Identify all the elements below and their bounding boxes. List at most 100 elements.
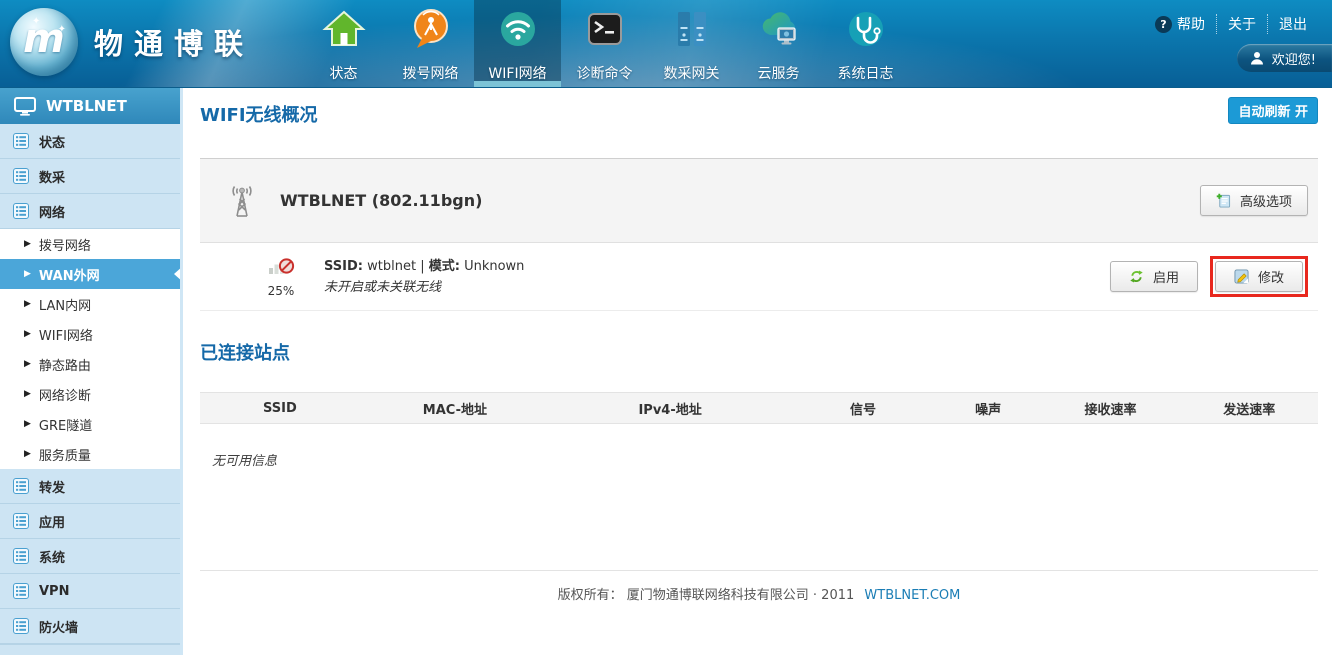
enable-button[interactable]: 启用: [1110, 261, 1198, 292]
col-mac: MAC-地址: [360, 393, 550, 424]
sidebar-item-label: 网络诊断: [39, 385, 91, 404]
advanced-options-button[interactable]: 高级选项: [1200, 185, 1308, 216]
about-link[interactable]: 关于: [1216, 14, 1267, 34]
sidebar-item-label: 状态: [39, 132, 65, 151]
sidebar-item-dial-network[interactable]: ▶ 拨号网络: [0, 229, 180, 259]
page-title: WIFI无线概况: [200, 101, 318, 127]
router-admin-screen: m ✦ ✦ 物通博联 状态 拨号网络: [0, 0, 1332, 655]
modify-button[interactable]: 修改: [1215, 261, 1303, 292]
sidebar-item-label: 网络: [39, 202, 65, 221]
help-link[interactable]: ? 帮助: [1144, 14, 1216, 34]
refresh-icon: [1129, 269, 1144, 284]
sidebar: WTBLNET 状态 数采 网络 ▶ 拨号网络 ▶ WAN外网 ▶ LAN内网: [0, 88, 183, 655]
triangle-icon: ▶: [24, 299, 31, 309]
page-header: WIFI无线概况 自动刷新 开: [200, 88, 1318, 158]
nav-tab-dial-network[interactable]: 拨号网络: [387, 0, 474, 88]
sidebar-item-label: 系统: [39, 547, 65, 566]
col-signal: 信号: [790, 393, 935, 424]
sidebar-device-header: WTBLNET: [0, 88, 183, 124]
sidebar-item-static-route[interactable]: ▶ 静态路由: [0, 349, 180, 379]
question-icon: ?: [1155, 16, 1172, 33]
sidebar-item-lan[interactable]: ▶ LAN内网: [0, 289, 180, 319]
sidebar-item-qos[interactable]: ▶ 服务质量: [0, 439, 180, 469]
utility-links: ? 帮助 关于 退出: [1144, 14, 1318, 34]
help-label: 帮助: [1177, 14, 1205, 34]
sidebar-item-label: VPN: [39, 584, 69, 599]
wtblnet-link[interactable]: WTBLNET.COM: [864, 588, 960, 603]
home-icon: [322, 7, 366, 51]
ssid-info: SSID: wtblnet | 模式: Unknown 未开启或未关联无线: [324, 256, 524, 298]
sidebar-item-wifi[interactable]: ▶ WIFI网络: [0, 319, 180, 349]
sidebar-item-network[interactable]: 网络: [0, 194, 183, 229]
ssid-line: SSID: wtblnet | 模式: Unknown: [324, 256, 524, 277]
sidebar-item-data-collect[interactable]: 数采: [0, 159, 183, 194]
antenna-icon: [224, 183, 260, 219]
wifi-ssid-row: 25% SSID: wtblnet | 模式: Unknown 未开启或未关联无…: [200, 243, 1318, 311]
enable-label: 启用: [1153, 267, 1179, 286]
list-icon: [13, 478, 29, 494]
sidebar-item-vpn[interactable]: VPN: [0, 574, 183, 609]
separator: |: [420, 259, 424, 274]
sidebar-item-application[interactable]: 应用: [0, 504, 183, 539]
list-icon: [13, 133, 29, 149]
nav-label: 状态: [300, 63, 387, 83]
advanced-options-label: 高级选项: [1240, 191, 1292, 210]
selected-notch-icon: [174, 266, 183, 282]
triangle-icon: ▶: [24, 269, 31, 279]
empty-table-message: 无可用信息: [212, 450, 1318, 469]
edit-icon: [1234, 269, 1249, 284]
nav-label: 系统日志: [822, 63, 909, 83]
nav-tab-system-log[interactable]: 系统日志: [822, 0, 909, 88]
nav-tab-cloud-service[interactable]: 云服务: [735, 0, 822, 88]
wifi-action-buttons: 启用 修改: [1110, 256, 1308, 297]
sidebar-item-wan[interactable]: ▶ WAN外网: [0, 259, 183, 289]
nav-label: WIFI网络: [474, 63, 561, 83]
ssid-label: SSID:: [324, 259, 363, 274]
auto-refresh-toggle[interactable]: 自动刷新 开: [1228, 97, 1318, 124]
connected-stations-title: 已连接站点: [200, 339, 1318, 365]
col-tx-rate: 发送速率: [1180, 393, 1318, 424]
list-icon: [13, 168, 29, 184]
globe-logo-icon: m ✦ ✦: [10, 8, 78, 76]
list-icon: [13, 203, 29, 219]
stations-table: SSID MAC-地址 IPv4-地址 信号 噪声 接收速率 发送速率: [200, 392, 1318, 424]
nav-label: 拨号网络: [387, 63, 474, 83]
dial-network-icon: [409, 7, 453, 51]
sidebar-item-system[interactable]: 系统: [0, 539, 183, 574]
page-plus-icon: [1216, 193, 1231, 208]
list-icon: [13, 548, 29, 564]
col-ipv4: IPv4-地址: [550, 393, 790, 424]
nav-label: 诊断命令: [561, 63, 648, 83]
triangle-icon: ▶: [24, 329, 31, 339]
sidebar-partial-row: [0, 644, 183, 655]
nav-label: 数采网关: [648, 63, 735, 83]
copyright-text: 版权所有： 厦门物通博联网络科技有限公司 · 2011: [558, 588, 855, 603]
sidebar-item-firewall[interactable]: 防火墙: [0, 609, 183, 644]
welcome-pill[interactable]: 欢迎您!: [1237, 44, 1332, 72]
col-noise: 噪声: [936, 393, 1041, 424]
sidebar-item-gre-tunnel[interactable]: ▶ GRE隧道: [0, 409, 180, 439]
logout-link[interactable]: 退出: [1267, 14, 1318, 34]
wifi-device-title: WTBLNET (802.11bgn): [280, 191, 482, 210]
sidebar-item-label: 转发: [39, 477, 65, 496]
nav-tab-wifi-network[interactable]: WIFI网络: [474, 0, 561, 88]
signal-percent: 25%: [252, 284, 310, 298]
nav-tab-diagnostics[interactable]: 诊断命令: [561, 0, 648, 88]
wifi-device-header: WTBLNET (802.11bgn) 高级选项: [200, 159, 1318, 243]
list-icon: [13, 583, 29, 599]
nav-tab-data-gateway[interactable]: 数采网关: [648, 0, 735, 88]
triangle-icon: ▶: [24, 359, 31, 369]
list-icon: [13, 618, 29, 634]
sidebar-item-forwarding[interactable]: 转发: [0, 469, 183, 504]
signal-disabled-icon: [268, 255, 295, 277]
ssid-value: wtblnet: [367, 259, 416, 274]
nav-tab-status[interactable]: 状态: [300, 0, 387, 88]
gateway-icon: [670, 7, 714, 51]
signal-block: 25%: [252, 255, 310, 298]
cloud-icon: [757, 7, 801, 51]
triangle-icon: ▶: [24, 449, 31, 459]
sidebar-item-status[interactable]: 状态: [0, 124, 183, 159]
wifi-status-text: 未开启或未关联无线: [324, 277, 524, 298]
syslog-icon: [844, 7, 888, 51]
sidebar-item-net-diagnosis[interactable]: ▶ 网络诊断: [0, 379, 180, 409]
